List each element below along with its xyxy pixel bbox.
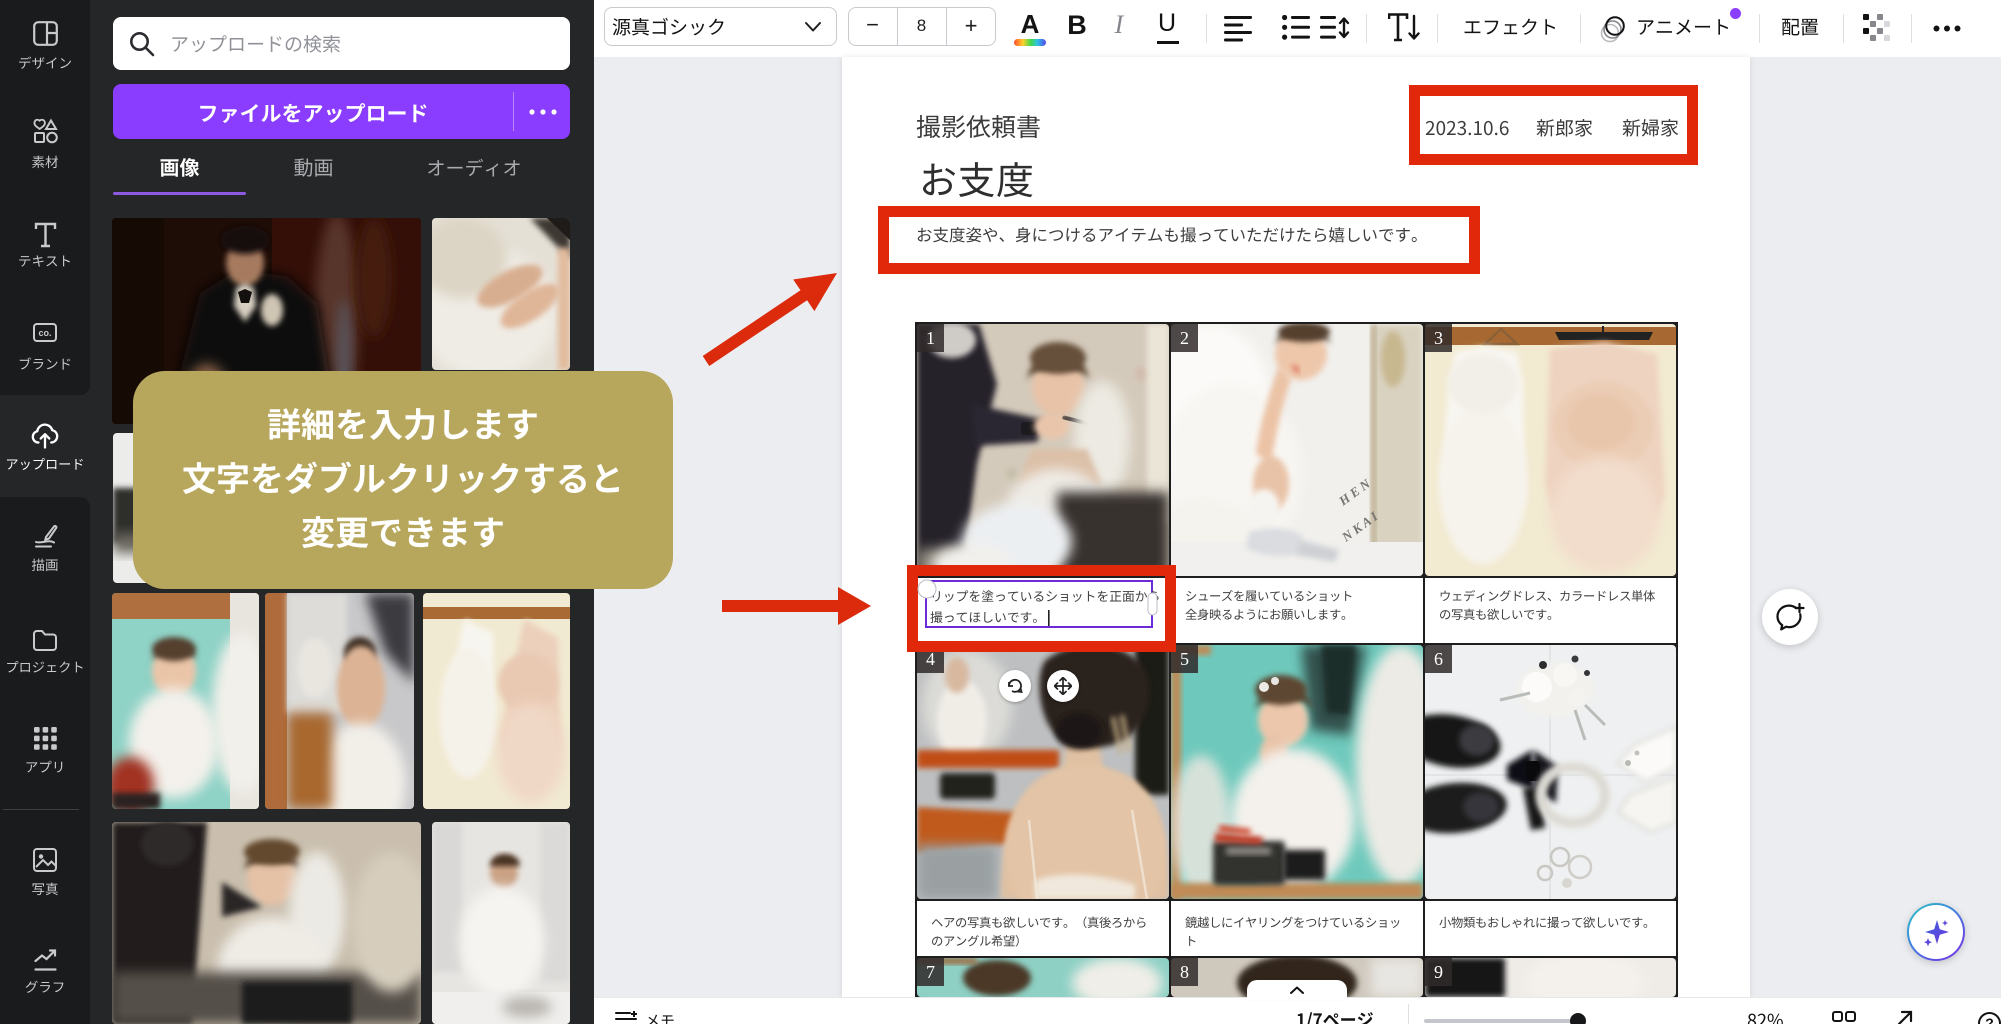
svg-text:co.: co. — [38, 328, 51, 338]
